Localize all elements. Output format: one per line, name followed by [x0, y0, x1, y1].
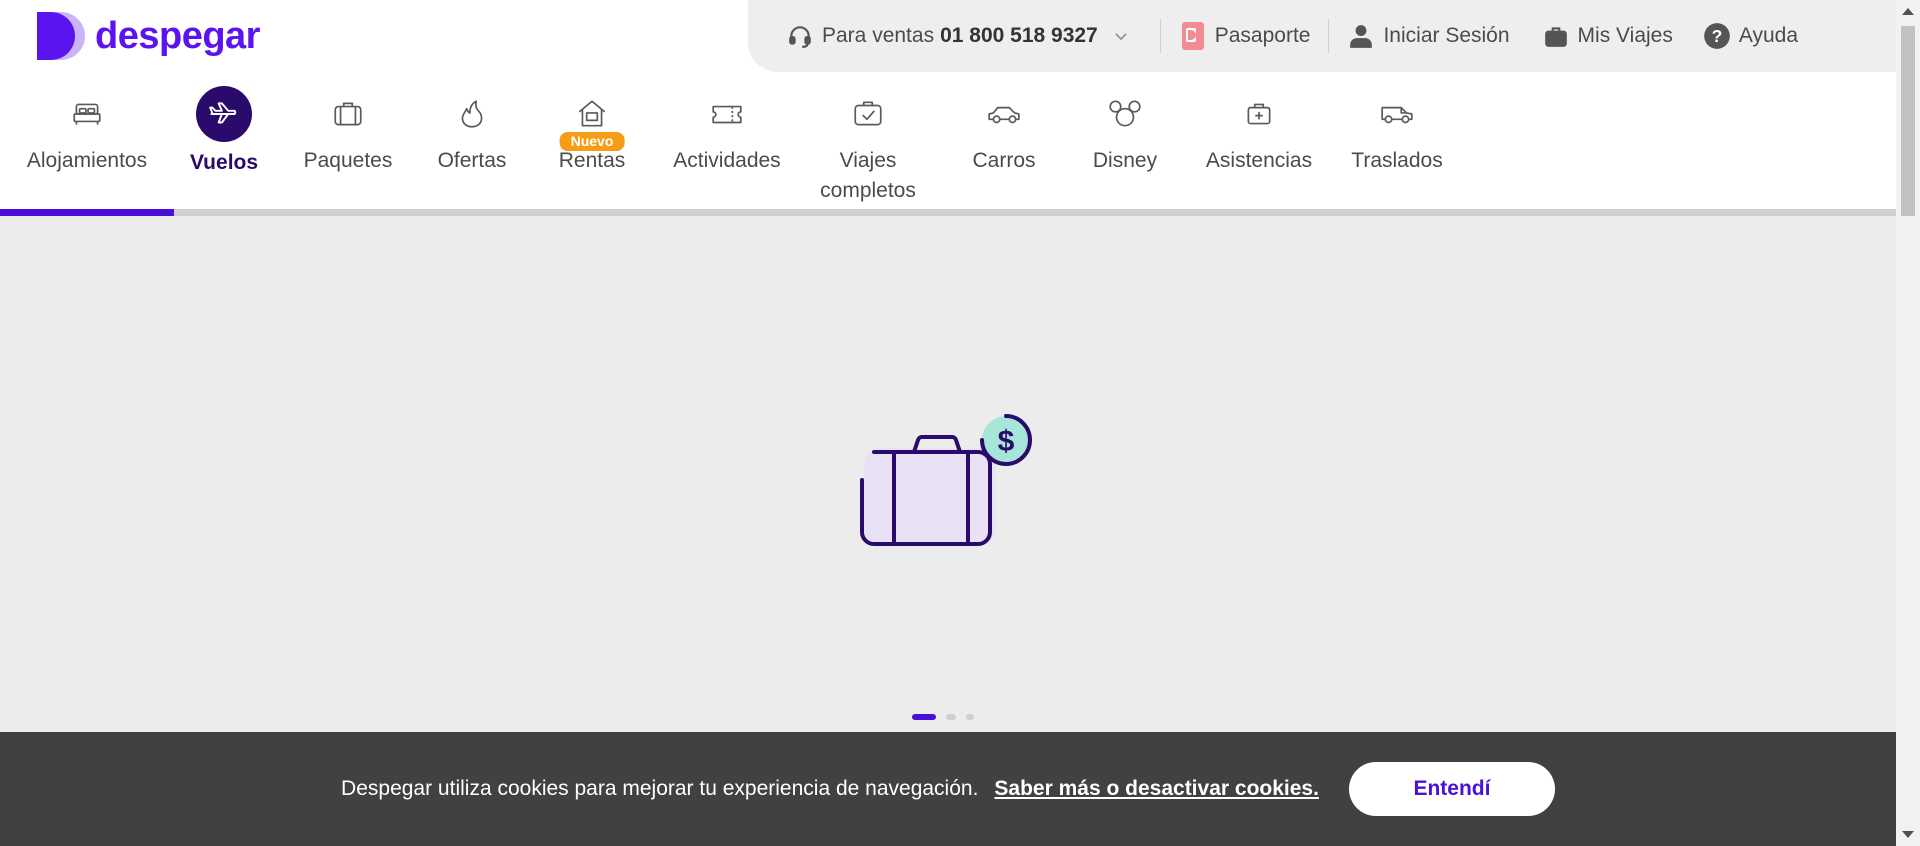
nav-label: Traslados: [1351, 149, 1443, 172]
my-trips-label: Mis Viajes: [1577, 24, 1673, 47]
passport-icon: [1179, 22, 1207, 50]
airplane-icon: [196, 86, 252, 142]
passport-label: Pasaporte: [1214, 24, 1311, 47]
van-icon: [1373, 90, 1421, 138]
cookie-settings-link[interactable]: Saber más o desactivar cookies.: [994, 777, 1319, 801]
nav-item-actividades[interactable]: Actividades: [662, 90, 792, 210]
nav-label: Ofertas: [437, 149, 507, 172]
nav-item-asistencias[interactable]: Asistencias: [1186, 90, 1332, 210]
sales-phone-number: 01 800 518 9327: [940, 24, 1098, 47]
nav-item-carros[interactable]: Carros: [944, 90, 1064, 210]
accept-cookies-button[interactable]: Entendí: [1348, 762, 1555, 816]
house-icon: [568, 90, 616, 138]
sales-label: Para ventas: [822, 24, 935, 47]
nav-item-disney[interactable]: Disney: [1064, 90, 1186, 210]
nav-item-ofertas[interactable]: Ofertas: [422, 90, 522, 210]
nav-label: Vuelos: [189, 151, 259, 174]
nav-label: Alojamientos: [26, 149, 148, 172]
carousel-dot: [966, 714, 974, 720]
help-label: Ayuda: [1738, 24, 1799, 47]
nav-underline: [0, 209, 1896, 216]
help-icon: ?: [1703, 22, 1731, 50]
suitcase-dollar-icon: $: [860, 414, 1032, 546]
cookie-message: Despegar utiliza cookies para mejorar tu…: [341, 777, 979, 800]
suitcase-icon: [1542, 22, 1570, 50]
nav-item-paquetes[interactable]: Paquetes: [274, 90, 422, 210]
nav-item-traslados[interactable]: Traslados: [1332, 90, 1462, 210]
car-icon: [980, 90, 1028, 138]
scroll-up-arrow-icon[interactable]: [1902, 8, 1914, 15]
bed-icon: [63, 90, 111, 138]
scrollbar-thumb[interactable]: [1901, 26, 1915, 216]
sales-phone-dropdown[interactable]: Para ventas 01 800 518 9327: [786, 22, 1130, 50]
user-icon: [1347, 22, 1375, 50]
nav-item-vuelos[interactable]: Vuelos: [174, 86, 274, 210]
nav-item-viajes-completos[interactable]: Viajes completos: [792, 90, 944, 210]
nav-label: Actividades: [673, 149, 781, 172]
mickey-icon: [1101, 90, 1149, 138]
nav-active-indicator: [0, 209, 174, 216]
passport-link[interactable]: Pasaporte: [1179, 22, 1311, 50]
calendar-check-icon: [844, 90, 892, 138]
nav-item-rentas[interactable]: Nuevo Rentas: [522, 90, 662, 210]
nav-label: Paquetes: [303, 149, 393, 172]
divider: [1159, 19, 1161, 53]
main-loading-area: $: [0, 216, 1896, 732]
scroll-down-arrow-icon[interactable]: [1902, 831, 1914, 838]
nav-label: Disney: [1092, 149, 1158, 172]
header: despegar Para ventas 01 800 518 9327 Pas…: [0, 0, 1896, 216]
svg-text:$: $: [998, 425, 1015, 458]
nav-label: Asistencias: [1205, 149, 1313, 172]
brand-name: despegar: [95, 14, 260, 57]
product-nav: Alojamientos Vuelos Paquetes Ofertas Nue…: [0, 86, 1462, 210]
despegar-logo[interactable]: despegar: [37, 12, 260, 60]
carousel-dot: [946, 714, 956, 720]
svg-text:?: ?: [1711, 26, 1722, 46]
medical-kit-icon: [1235, 90, 1283, 138]
carousel-dot: [912, 714, 936, 720]
new-badge: Nuevo: [559, 132, 625, 151]
login-link[interactable]: Iniciar Sesión: [1347, 22, 1510, 50]
help-link[interactable]: ? Ayuda: [1703, 22, 1798, 50]
my-trips-link[interactable]: Mis Viajes: [1542, 22, 1673, 50]
despegar-logo-icon: [37, 12, 85, 60]
chevron-down-icon: [1114, 33, 1127, 41]
nav-label: Carros: [972, 149, 1036, 172]
ticket-icon: [703, 90, 751, 138]
page-scrollbar[interactable]: [1896, 0, 1920, 846]
login-label: Iniciar Sesión: [1383, 24, 1510, 47]
suitcase-icon: [324, 90, 372, 138]
divider: [1328, 19, 1330, 53]
headset-icon: [786, 22, 814, 50]
flame-icon: [448, 90, 496, 138]
carousel-dots: [912, 714, 984, 720]
nav-item-alojamientos[interactable]: Alojamientos: [0, 90, 174, 210]
cookie-banner: Despegar utiliza cookies para mejorar tu…: [0, 732, 1896, 846]
top-utility-bar: Para ventas 01 800 518 9327 Pasaporte In…: [748, 0, 1896, 72]
nav-label: Viajes completos: [820, 149, 916, 202]
